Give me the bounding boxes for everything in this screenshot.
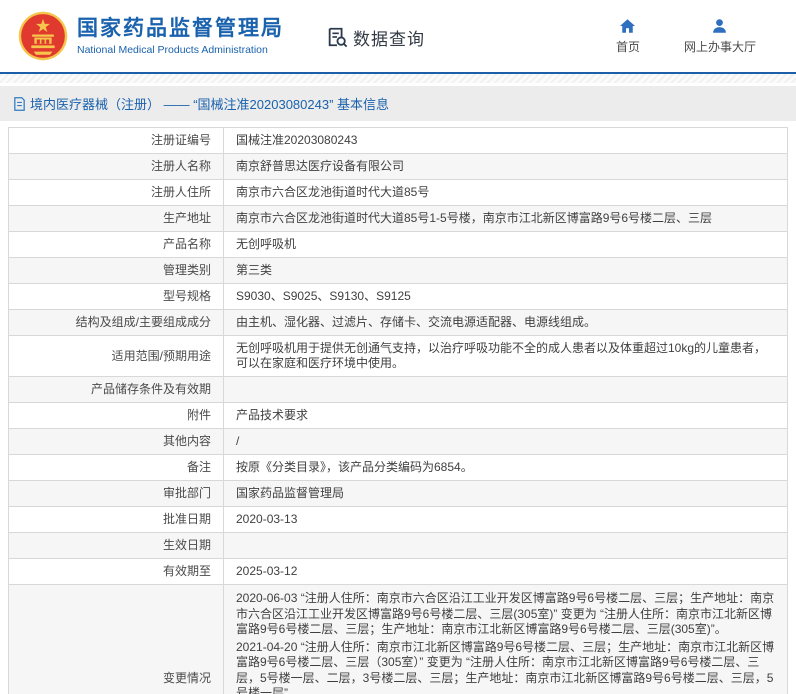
logo-block: 国家药品监督管理局 National Medical Products Admi…	[18, 11, 284, 61]
row-label: 注册人住所	[9, 180, 224, 205]
row-label: 生效日期	[9, 533, 224, 558]
nav-item-home[interactable]: 首页	[616, 17, 640, 55]
row-value: 由主机、湿化器、过滤片、存储卡、交流电源适配器、电源线组成。	[224, 310, 787, 335]
row-value: /	[224, 429, 787, 454]
table-row: 适用范围/预期用途无创呼吸机用于提供无创通气支持，以治疗呼吸功能不全的成人患者以…	[9, 335, 787, 376]
row-label: 附件	[9, 403, 224, 428]
row-label: 型号规格	[9, 284, 224, 309]
data-query-title: 数据查询	[353, 25, 425, 50]
row-label: 其他内容	[9, 429, 224, 454]
table-row: 有效期至2025-03-12	[9, 558, 787, 584]
row-value: 2020-06-03 “注册人住所：南京市六合区沿江工业开发区博富路9号6号楼二…	[224, 585, 787, 694]
row-label: 批准日期	[9, 507, 224, 532]
table-row: 变更情况 2020-06-03 “注册人住所：南京市六合区沿江工业开发区博富路9号…	[9, 584, 787, 694]
row-value: 产品技术要求	[224, 403, 787, 428]
table-row: 其他内容/	[9, 428, 787, 454]
info-table: 注册证编号国械注准20203080243注册人名称南京舒普思达医疗设备有限公司注…	[8, 127, 788, 694]
row-label: 变更情况	[9, 585, 224, 694]
change-record: 2020-06-03 “注册人住所：南京市六合区沿江工业开发区博富路9号6号楼二…	[236, 591, 777, 638]
row-value	[224, 377, 787, 402]
table-row: 注册人住所南京市六合区龙池街道时代大道85号	[9, 179, 787, 205]
table-row: 注册人名称南京舒普思达医疗设备有限公司	[9, 153, 787, 179]
header-nav: 首页 网上办事大厅	[616, 17, 778, 55]
change-record: 2021-04-20 “注册人住所：南京市江北新区博富路9号6号楼二层、三层；生…	[236, 640, 777, 694]
nav-item-label: 首页	[616, 38, 640, 55]
row-value: 按原《分类目录》，该产品分类编码为6854。	[224, 455, 787, 480]
user-icon	[710, 17, 729, 35]
row-value: 第三类	[224, 258, 787, 283]
row-value: 南京市六合区龙池街道时代大道85号	[224, 180, 787, 205]
table-row: 生效日期	[9, 532, 787, 558]
row-value: 南京市六合区龙池街道时代大道85号1-5号楼，南京市江北新区博富路9号6号楼二层…	[224, 206, 787, 231]
national-emblem-icon	[18, 11, 68, 61]
row-value: 2025-03-12	[224, 559, 787, 584]
breadcrumb: 境内医疗器械（注册） —— “国械注准20203080243” 基本信息	[0, 86, 796, 121]
table-row: 审批部门国家药品监督管理局	[9, 480, 787, 506]
table-row: 产品储存条件及有效期	[9, 376, 787, 402]
home-icon	[618, 17, 637, 35]
row-label: 管理类别	[9, 258, 224, 283]
row-label: 有效期至	[9, 559, 224, 584]
breadcrumb-text: 境内医疗器械（注册） —— “国械注准20203080243” 基本信息	[30, 94, 389, 113]
page-header: 国家药品监督管理局 National Medical Products Admi…	[0, 0, 796, 72]
row-label: 审批部门	[9, 481, 224, 506]
table-row: 结构及组成/主要组成成分由主机、湿化器、过滤片、存储卡、交流电源适配器、电源线组…	[9, 309, 787, 335]
row-label: 结构及组成/主要组成成分	[9, 310, 224, 335]
row-label: 注册证编号	[9, 128, 224, 153]
row-value: 2020-03-13	[224, 507, 787, 532]
table-row: 注册证编号国械注准20203080243	[9, 128, 787, 153]
row-value: S9030、S9025、S9130、S9125	[224, 284, 787, 309]
row-value: 无创呼吸机用于提供无创通气支持，以治疗呼吸功能不全的成人患者以及体重超过10kg…	[224, 336, 787, 376]
data-query-section: 数据查询	[326, 25, 425, 50]
table-row: 型号规格S9030、S9025、S9130、S9125	[9, 283, 787, 309]
nav-item-label: 网上办事大厅	[684, 38, 756, 55]
nav-item-service-hall[interactable]: 网上办事大厅	[684, 17, 756, 55]
table-row: 产品名称无创呼吸机	[9, 231, 787, 257]
row-value: 南京舒普思达医疗设备有限公司	[224, 154, 787, 179]
org-name: 国家药品监督管理局	[77, 17, 284, 41]
row-value	[224, 533, 787, 558]
table-row: 生产地址南京市六合区龙池街道时代大道85号1-5号楼，南京市江北新区博富路9号6…	[9, 205, 787, 231]
row-value: 国家药品监督管理局	[224, 481, 787, 506]
document-icon	[13, 97, 26, 111]
row-label: 生产地址	[9, 206, 224, 231]
row-value: 国械注准20203080243	[224, 128, 787, 153]
row-label: 注册人名称	[9, 154, 224, 179]
org-name-en: National Medical Products Administration	[77, 44, 284, 56]
row-label: 适用范围/预期用途	[9, 336, 224, 376]
row-label: 产品储存条件及有效期	[9, 377, 224, 402]
table-row: 管理类别第三类	[9, 257, 787, 283]
row-label: 备注	[9, 455, 224, 480]
row-value: 无创呼吸机	[224, 232, 787, 257]
table-row: 附件产品技术要求	[9, 402, 787, 428]
row-label: 产品名称	[9, 232, 224, 257]
data-query-icon	[326, 26, 348, 48]
hatch-strip	[0, 74, 796, 83]
table-row: 备注按原《分类目录》，该产品分类编码为6854。	[9, 454, 787, 480]
table-row: 批准日期2020-03-13	[9, 506, 787, 532]
